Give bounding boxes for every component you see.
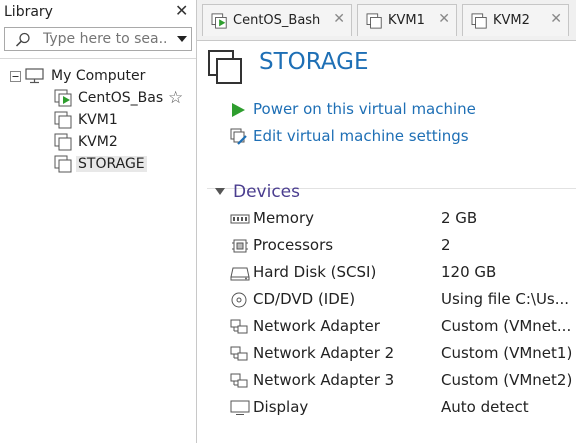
device-row-cd-dvd[interactable]: CD/DVD (IDE) Using file C:\Us... <box>197 289 576 311</box>
tab-kvm2[interactable]: KVM2 ✕ <box>462 4 569 36</box>
vm-icon <box>54 133 72 151</box>
network-adapter-icon <box>230 373 248 388</box>
device-value: Custom (VMnet2) <box>441 371 573 389</box>
device-value: 2 GB <box>441 209 478 227</box>
tree-label: KVM1 <box>78 112 118 128</box>
close-tab-icon[interactable]: ✕ <box>438 11 450 27</box>
vm-icon <box>54 155 72 173</box>
device-name: Network Adapter 3 <box>253 371 395 389</box>
tree-item-kvm2[interactable]: KVM2 <box>54 132 118 152</box>
processor-icon <box>232 239 248 253</box>
device-row-network-adapter-2[interactable]: Network Adapter 2 Custom (VMnet1) <box>197 343 576 365</box>
device-name: Hard Disk (SCSI) <box>253 263 377 281</box>
library-panel: Library ✕ My Computer CentOS_Bas ☆ <box>0 0 197 443</box>
star-icon[interactable]: ☆ <box>168 88 183 108</box>
vm-large-icon <box>208 50 242 84</box>
tab-centos-bash[interactable]: CentOS_Bash ✕ <box>202 4 352 36</box>
device-value: Custom (VMnet1) <box>441 344 573 362</box>
vm-icon <box>471 12 487 29</box>
device-row-network-adapter-3[interactable]: Network Adapter 3 Custom (VMnet2) <box>197 370 576 392</box>
device-value: 2 <box>441 236 451 254</box>
hard-disk-icon <box>230 267 250 281</box>
page-title: STORAGE <box>259 49 369 75</box>
cd-dvd-icon <box>231 292 247 308</box>
tree-item-centos[interactable]: CentOS_Bas <box>54 88 163 108</box>
vm-icon <box>54 111 72 129</box>
edit-settings-link[interactable]: Edit virtual machine settings <box>253 127 469 145</box>
divider <box>0 58 196 59</box>
search-input[interactable] <box>43 31 169 47</box>
device-name: Network Adapter 2 <box>253 344 395 362</box>
close-tab-icon[interactable]: ✕ <box>333 11 345 27</box>
tree-label-my-computer: My Computer <box>51 68 146 84</box>
display-icon <box>230 400 250 415</box>
library-header: Library ✕ <box>0 0 196 26</box>
memory-icon <box>230 214 250 224</box>
device-name: Network Adapter <box>253 317 380 335</box>
network-adapter-icon <box>230 319 248 334</box>
vm-summary: STORAGE Power on this virtual machine Ed… <box>197 41 576 443</box>
search-dropdown-icon[interactable] <box>177 36 187 42</box>
power-on-link[interactable]: Power on this virtual machine <box>253 100 476 118</box>
edit-settings-icon <box>230 128 247 145</box>
device-row-hard-disk[interactable]: Hard Disk (SCSI) 120 GB <box>197 262 576 284</box>
collapse-icon[interactable] <box>10 70 21 82</box>
tab-label: CentOS_Bash <box>233 13 321 28</box>
tree-label: STORAGE <box>76 156 147 172</box>
devices-section-title: Devices <box>233 182 300 202</box>
vm-running-icon <box>211 12 227 29</box>
device-row-network-adapter[interactable]: Network Adapter Custom (VMnet... <box>197 316 576 338</box>
device-value: 120 GB <box>441 263 497 281</box>
network-adapter-icon <box>230 346 248 361</box>
tab-label: KVM2 <box>493 13 530 28</box>
device-value: Using file C:\Us... <box>441 290 570 308</box>
device-name: Display <box>253 398 309 416</box>
tree-item-kvm1[interactable]: KVM1 <box>54 110 118 130</box>
tree-item-storage[interactable]: STORAGE <box>54 154 147 174</box>
device-value: Auto detect <box>441 398 529 416</box>
device-name: Processors <box>253 236 334 254</box>
computer-icon <box>25 68 44 84</box>
tree-label: CentOS_Bas <box>78 90 164 106</box>
tree-item-my-computer[interactable]: My Computer <box>10 66 145 86</box>
tab-label: KVM1 <box>388 13 425 28</box>
close-library-button[interactable]: ✕ <box>175 1 188 20</box>
device-name: CD/DVD (IDE) <box>253 290 356 308</box>
vm-running-icon <box>54 89 72 107</box>
device-value: Custom (VMnet... <box>441 317 572 335</box>
tab-kvm1[interactable]: KVM1 ✕ <box>357 4 457 36</box>
search-icon <box>15 32 30 47</box>
device-row-memory[interactable]: Memory 2 GB <box>197 208 576 230</box>
library-search[interactable] <box>4 27 192 51</box>
library-title: Library <box>4 4 53 20</box>
close-tab-icon[interactable]: ✕ <box>550 11 562 27</box>
device-name: Memory <box>253 209 315 227</box>
vm-icon <box>366 12 382 29</box>
device-row-display[interactable]: Display Auto detect <box>197 397 576 419</box>
device-row-processors[interactable]: Processors 2 <box>197 235 576 257</box>
tree-label: KVM2 <box>78 134 118 150</box>
tab-bar: CentOS_Bash ✕ KVM1 ✕ KVM2 ✕ <box>197 0 576 41</box>
play-icon <box>232 103 245 117</box>
collapse-devices-icon[interactable] <box>215 188 225 195</box>
